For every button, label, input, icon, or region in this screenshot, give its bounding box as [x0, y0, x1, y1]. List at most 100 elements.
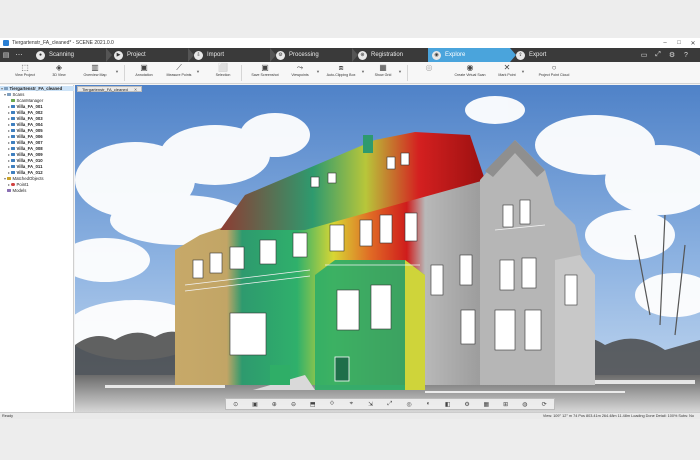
workflow-tab-export[interactable]: ⇪ Export [516, 48, 592, 62]
tree-item-scan[interactable]: ▸ Villa_FA_009 [7, 152, 43, 157]
chevron-down-icon[interactable]: ▼ [196, 69, 200, 74]
point-size-icon[interactable]: ◍ [520, 401, 530, 408]
zoom-in-icon[interactable]: ⊕ [269, 401, 279, 408]
selection-button[interactable]: ⬜ Selection [210, 63, 236, 83]
chevron-down-icon[interactable]: ▼ [316, 69, 320, 74]
3d-view-icon: ◈ [55, 63, 63, 72]
auto-clipping-box-button[interactable]: ⧈ Auto-Clipping Box [323, 63, 359, 83]
project-tree-panel: ▾ Tiergartenstr_FA_cleaned ▾ Scans ScanM… [0, 85, 74, 412]
layers-icon[interactable]: ⊞ [501, 401, 511, 408]
mark-point-button[interactable]: ✕ Mark Point [494, 63, 520, 83]
workflow-tab-project[interactable]: ▶ Project [112, 48, 188, 62]
chevron-down-icon[interactable]: ▼ [361, 69, 365, 74]
scan-icon [11, 122, 15, 127]
tree-item-models[interactable]: Models [3, 188, 26, 193]
tree-item-scan[interactable]: ▸ Villa_FA_002 [7, 110, 43, 115]
fit-view-icon[interactable]: ⬒ [308, 401, 318, 408]
workflow-tab-registration[interactable]: ⊕ Registration [358, 48, 428, 62]
matched-objects-icon [7, 176, 11, 181]
tree-item-scan[interactable]: ▸ Villa_FA_004 [7, 122, 43, 127]
tree-item-scan[interactable]: ▸ Villa_FA_003 [7, 116, 43, 121]
minimize-button[interactable]: – [658, 38, 672, 48]
annotation-icon: ▣ [140, 63, 148, 72]
workflow-tab-scanning[interactable]: ● Scanning [30, 48, 106, 62]
tree-item-scan[interactable]: ▸ Villa_FA_012 [7, 170, 43, 175]
workflow-tab-import[interactable]: ⇩ Import [194, 48, 270, 62]
reset-view-icon[interactable]: ⟳ [539, 401, 549, 408]
point-cloud-render[interactable] [75, 85, 700, 412]
zoom-out-icon[interactable]: ⊖ [288, 401, 298, 408]
tree-item-scan[interactable]: ▸ Villa_FA_005 [7, 128, 43, 133]
tree-item-scan[interactable]: ▸ Villa_FA_008 [7, 146, 43, 151]
chevron-down-icon[interactable]: ▼ [398, 69, 402, 74]
scan-icon [11, 110, 15, 115]
3d-viewport[interactable]: Tiergartenstr_FA_cleaned ✕ ⊙ ▣ ⊕ ⊖ ⬒ ⟐ ⌖… [75, 85, 700, 412]
settings-icon[interactable]: ⚙ [462, 401, 472, 408]
create-virtual-scan-button[interactable]: ◉ Create Virtual Scan [454, 63, 486, 83]
workflow-tab-processing[interactable]: ⚙ Processing [276, 48, 352, 62]
annotation-button[interactable]: ▣ Annotation [131, 63, 157, 83]
tree-item-scan[interactable]: ▸ Villa_FA_007 [7, 140, 43, 145]
tree-item-scan[interactable]: ▸ Villa_FA_011 [7, 164, 42, 169]
settings-icon[interactable]: ⚙ [666, 48, 678, 62]
bay-tower-side [405, 260, 425, 390]
grid-toggle-icon[interactable]: ▦ [481, 401, 491, 408]
color-mode-icon[interactable]: ◧ [443, 401, 453, 408]
3d-view-button[interactable]: ◈ 3D View [48, 63, 70, 83]
scan-icon [11, 170, 15, 175]
map-icon: ▥ [91, 63, 99, 72]
selection-icon: ⬜ [218, 63, 228, 72]
menu-icon[interactable]: ⋯ [13, 48, 25, 62]
scan-icon [11, 158, 15, 163]
view-project-button[interactable]: ⬚ View Project [12, 63, 38, 83]
scan-icon [11, 104, 15, 109]
maximize-button[interactable]: □ [672, 38, 686, 48]
layout-icon[interactable]: ▭ [638, 48, 650, 62]
chevron-down-icon[interactable]: ▼ [521, 69, 525, 74]
3d-cube-icon: ⬚ [21, 63, 29, 72]
target-icon[interactable]: ◎ [404, 401, 414, 408]
workflow-tab-explore[interactable]: ◉ Explore [428, 48, 510, 62]
viewport-tab[interactable]: Tiergartenstr_FA_cleaned ✕ [77, 86, 143, 92]
project-point-cloud-button[interactable]: ○ Project Point Cloud [538, 63, 570, 83]
point-cloud-icon: ○ [551, 63, 557, 72]
porch [270, 365, 290, 385]
help-icon[interactable]: ? [680, 48, 692, 62]
center-icon[interactable]: ⌖ [346, 401, 356, 408]
overview-map-button[interactable]: ▥ Overview Map [80, 63, 110, 83]
viewpoints-button[interactable]: ⤳ Viewpoints [287, 63, 313, 83]
pan-tool-icon[interactable]: ⟐ [327, 401, 337, 408]
walk-tool-icon[interactable]: ▣ [250, 401, 260, 408]
point-icon [11, 182, 15, 187]
tree-item-scan-manager[interactable]: ScanManager [7, 98, 43, 103]
tree-item-scan[interactable]: ▸ Villa_FA_010 [7, 158, 43, 163]
chevron-down-icon[interactable]: ▼ [115, 69, 119, 74]
scan-icon [11, 152, 15, 157]
scanner-icon: ● [36, 50, 45, 60]
project-icon: ▶ [114, 50, 123, 60]
tree-item-scans[interactable]: ▾ Scans [3, 92, 24, 97]
tree-item-matched-objects[interactable]: ▾ MatchedObjects [3, 176, 44, 181]
ribbon-divider [407, 65, 408, 81]
entrance-door [334, 356, 350, 382]
close-tab-icon[interactable]: ✕ [134, 87, 137, 92]
scan-icon [11, 140, 15, 145]
orbit-tool-icon[interactable]: ⊙ [231, 401, 241, 408]
camera-icon: ▣ [261, 63, 269, 72]
show-grid-button[interactable]: ▦ Show Grid [370, 63, 396, 83]
tree-item-point[interactable]: ▸ Point1 [7, 182, 29, 187]
shading-icon[interactable]: ◐ [423, 401, 433, 407]
measure-points-button[interactable]: ⟋ Measure Points [163, 63, 195, 83]
save-screenshot-button[interactable]: ▣ Save Screenshot [248, 63, 282, 83]
processing-icon: ⚙ [276, 50, 285, 60]
close-button[interactable]: ✕ [686, 38, 700, 48]
select-tool-icon[interactable]: ⇲ [366, 401, 376, 408]
expand-icon[interactable]: ⤢ [652, 48, 664, 62]
fullscreen-icon[interactable]: ⤢ [385, 401, 395, 408]
tree-root[interactable]: ▾ Tiergartenstr_FA_cleaned [0, 86, 74, 92]
save-project-icon[interactable]: ▤ [0, 48, 12, 62]
tree-item-scan[interactable]: ▸ Villa_FA_001 [7, 104, 43, 109]
tree-item-scan[interactable]: ▸ Villa_FA_006 [7, 134, 43, 139]
scan-icon [11, 116, 15, 121]
workflow-bar: ▤ ⋯ ● Scanning ▶ Project ⇩ Import ⚙ Proc… [0, 48, 700, 62]
